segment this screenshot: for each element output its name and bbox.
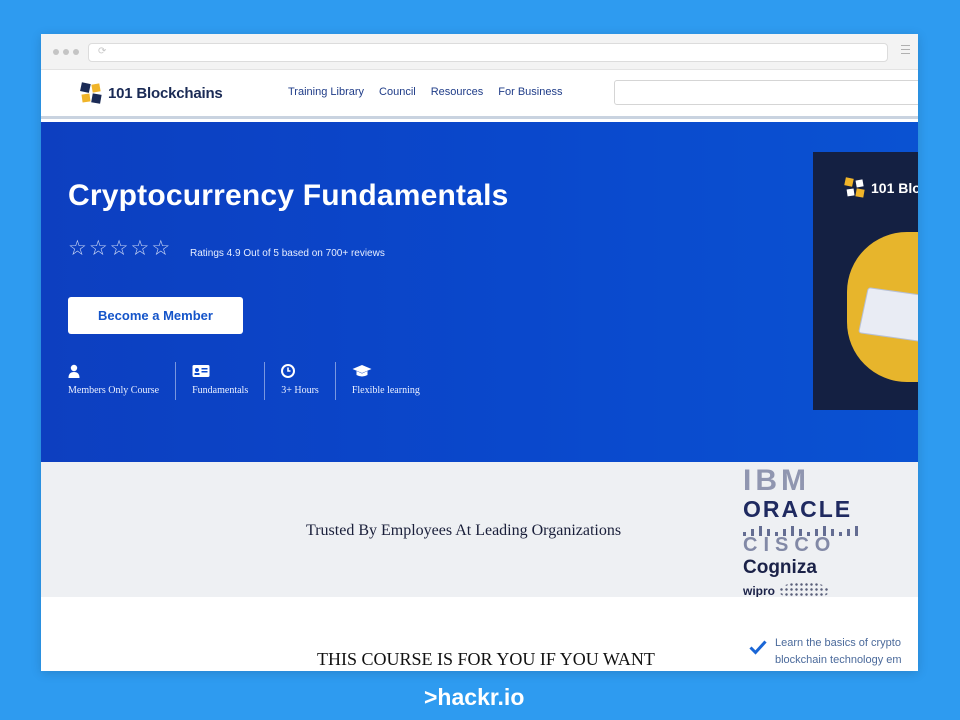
hackr-brand-logo: >hackr.io bbox=[424, 684, 525, 710]
nav-link-resources[interactable]: Resources bbox=[431, 86, 484, 98]
feature-members-only: Members Only Course bbox=[68, 362, 177, 400]
course-title: Cryptocurrency Fundamentals bbox=[68, 179, 509, 212]
cisco-logo: CISCO bbox=[743, 534, 837, 556]
address-bar[interactable]: ⟳ bbox=[88, 43, 888, 62]
benefit-line: Learn the basics of crypto bbox=[775, 637, 901, 649]
blockchain-cubes-icon bbox=[844, 177, 865, 198]
browser-window: ⟳ 101 Blockchains Training Library Counc… bbox=[41, 34, 918, 671]
reload-icon[interactable]: ⟳ bbox=[98, 46, 106, 57]
nav-link-training-library[interactable]: Training Library bbox=[288, 86, 364, 98]
become-member-button[interactable]: Become a Member bbox=[68, 297, 243, 334]
star-icon: ☆ bbox=[88, 237, 108, 260]
trusted-title: Trusted By Employees At Leading Organiza… bbox=[306, 522, 622, 539]
browser-menu-icon[interactable] bbox=[901, 45, 910, 57]
search-input[interactable] bbox=[614, 80, 918, 105]
feature-fundamentals: Fundamentals bbox=[192, 362, 266, 400]
site-logo[interactable]: 101 Blockchains bbox=[79, 81, 223, 105]
hero-banner: Cryptocurrency Fundamentals ☆ ☆ ☆ ☆ ☆ Ra… bbox=[41, 122, 918, 462]
id-card-icon bbox=[192, 365, 210, 377]
section-heading: THIS COURSE IS FOR YOU IF YOU WANT bbox=[317, 649, 655, 669]
nav-link-for-business[interactable]: For Business bbox=[498, 86, 562, 98]
course-audience-section: THIS COURSE IS FOR YOU IF YOU WANT Learn… bbox=[41, 597, 918, 671]
clock-icon bbox=[281, 364, 296, 378]
ibm-logo: IBM bbox=[743, 466, 918, 496]
course-features: Members Only Course Fundamentals 3+ Hour… bbox=[68, 362, 452, 400]
feature-label: Members Only Course bbox=[68, 385, 160, 396]
benefit-text: Learn the basics of crypto blockchain te… bbox=[775, 635, 918, 669]
browser-chrome: ⟳ bbox=[41, 34, 918, 70]
feature-duration: 3+ Hours bbox=[281, 362, 336, 400]
window-dot[interactable] bbox=[63, 49, 69, 55]
window-dot[interactable] bbox=[73, 49, 79, 55]
star-icon: ☆ bbox=[151, 237, 171, 260]
rating-stars: ☆ ☆ ☆ ☆ ☆ bbox=[68, 238, 170, 259]
cognizant-logo: Cogniza bbox=[743, 557, 817, 578]
site-header: 101 Blockchains Training Library Council… bbox=[41, 70, 918, 119]
course-promo-card[interactable]: 101 Bloc bbox=[813, 152, 918, 410]
main-nav: Training Library Council Resources For B… bbox=[288, 86, 562, 98]
company-logos: IBM ORACLE CISCO Cogniza wipro bbox=[743, 466, 918, 600]
user-icon bbox=[68, 364, 80, 378]
wipro-logo-text: wipro bbox=[743, 584, 775, 598]
feature-label: Flexible learning bbox=[351, 385, 420, 396]
checkmark-icon bbox=[749, 640, 767, 655]
feature-flexible-learning: Flexible learning bbox=[352, 362, 436, 400]
star-icon: ☆ bbox=[109, 237, 129, 260]
nav-link-council[interactable]: Council bbox=[379, 86, 416, 98]
window-dot[interactable] bbox=[53, 49, 59, 55]
blockchain-cubes-icon bbox=[80, 82, 102, 104]
star-icon: ☆ bbox=[130, 237, 150, 260]
benefit-line: blockchain technology em bbox=[775, 654, 902, 666]
window-controls[interactable] bbox=[53, 49, 79, 55]
feature-label: Fundamentals bbox=[192, 385, 249, 396]
rating-text: Ratings 4.9 Out of 5 based on 700+ revie… bbox=[190, 248, 385, 259]
star-icon: ☆ bbox=[68, 237, 87, 260]
feature-label: 3+ Hours bbox=[281, 385, 319, 396]
trusted-section: Trusted By Employees At Leading Organiza… bbox=[41, 462, 918, 600]
oracle-logo: ORACLE bbox=[743, 496, 853, 522]
promo-logo-text: 101 Bloc bbox=[871, 180, 918, 196]
logo-text: 101 Blockchains bbox=[108, 84, 223, 102]
graduation-cap-icon bbox=[352, 365, 372, 377]
